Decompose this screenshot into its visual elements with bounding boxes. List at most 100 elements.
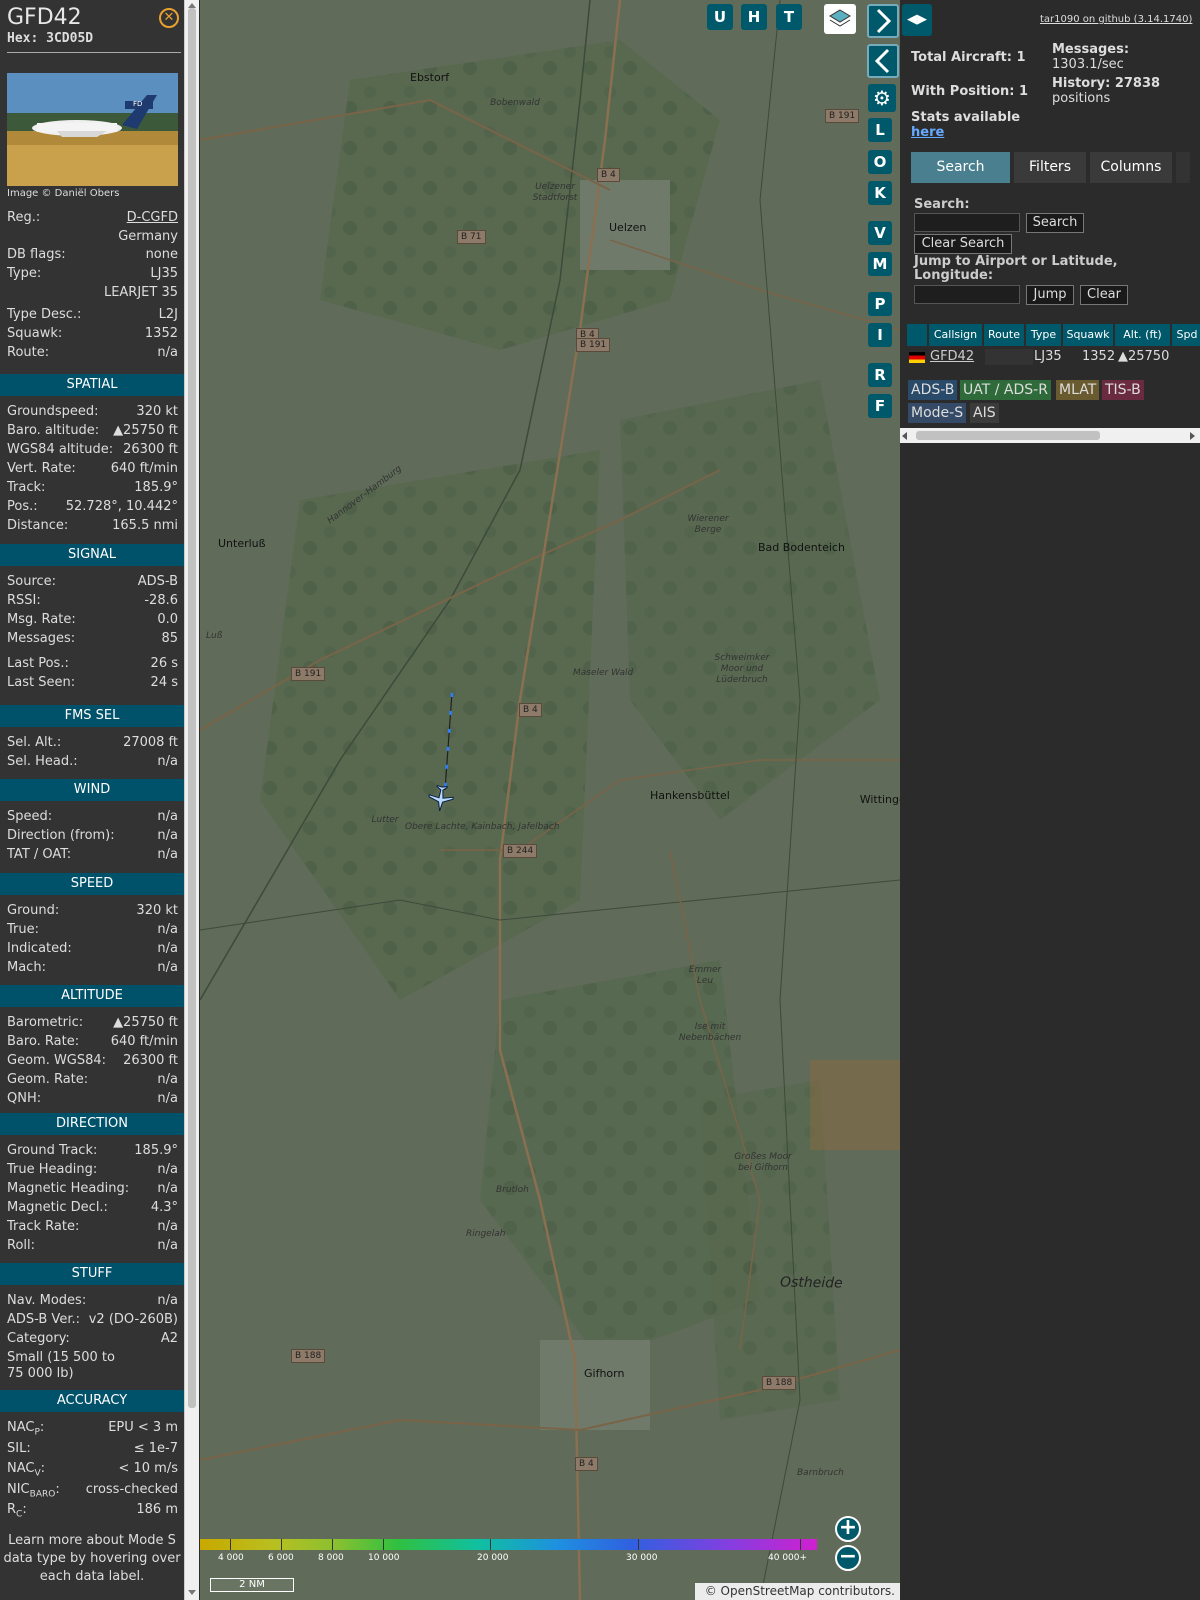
place-label: Barnbruch [797,1468,844,1478]
road-label: B 71 [457,230,486,244]
detail-label: Baro. Rate: [7,1034,80,1049]
sidebar-scrollbar[interactable] [184,0,199,1600]
detail-row: Msg. Rate: 0.0 [7,612,178,631]
search-button[interactable]: Search [1026,213,1084,233]
label-main: NAC [7,1420,35,1435]
colorbar-label: 20 000 [477,1553,509,1563]
section-signal[interactable]: SIGNAL [0,544,184,566]
detail-value: < 10 m/s [118,1461,178,1476]
collapse-panel-button[interactable] [867,4,899,38]
detail-row: Ground: 320 kt [7,903,178,922]
settings-icon[interactable]: ⚙ [868,84,896,112]
horizontal-scroll-thumb[interactable] [916,431,1100,440]
map-button-u[interactable]: U [707,4,733,30]
info-value: n/a [157,345,178,360]
github-link[interactable]: tar1090 on github (3.14.1740) [1040,14,1192,25]
detail-row: RSSI: -28.6 [7,593,178,612]
tab-columns[interactable]: Columns [1090,152,1172,183]
map-button-k[interactable]: K [868,181,892,205]
map-button-h[interactable]: H [741,4,767,30]
section-wind[interactable]: WIND [0,779,184,801]
zoom-out-button[interactable]: − [835,1545,861,1571]
detail-value: n/a [157,847,178,862]
column-header-alt-ft[interactable]: Alt. (ft) [1115,324,1170,346]
column-header-type[interactable]: Type [1026,324,1061,346]
detail-label: Vert. Rate: [7,461,76,476]
expand-sidebar-button[interactable] [867,44,899,78]
map-button-p[interactable]: P [868,292,892,316]
divider [7,52,181,53]
map-view[interactable]: Ebstorf Bobenwald Uelzener Stadtforst Uelze… [200,0,900,1600]
aircraft-marker-icon[interactable] [428,784,454,812]
sidebar-scroll-thumb[interactable] [188,8,196,1408]
source-ads-b: ADS-B [908,380,958,400]
road-label: B 4 [519,703,542,717]
detail-label: RC: [7,1502,27,1521]
map-button-o[interactable]: O [868,150,892,174]
map-attribution[interactable]: © OpenStreetMap contributors. [695,1583,900,1600]
jump-button[interactable]: Jump [1026,285,1074,305]
column-header-callsign[interactable]: Callsign [929,324,982,346]
detail-label: NACP: [7,1420,44,1439]
table-row[interactable]: GFD42 LJ35 1352 ▲25750 [907,348,1200,366]
column-header-flag[interactable] [907,324,927,346]
detail-row: QNH: n/a [7,1091,178,1110]
detail-label: Speed: [7,809,53,824]
detail-value: ▲25750 ft [113,423,178,438]
clear-button[interactable]: Clear [1080,285,1128,305]
column-header-spd[interactable]: Spd [1172,324,1200,346]
section-spatial[interactable]: SPATIAL [0,374,184,396]
aircraft-photo[interactable]: FD [7,73,178,186]
tab-search[interactable]: Search [911,152,1010,183]
detail-value: n/a [157,1181,178,1196]
section-stuff[interactable]: STUFF [0,1263,184,1285]
map-button-i[interactable]: I [868,323,892,347]
detail-label: Groundspeed: [7,404,99,419]
map-button-l[interactable]: L [868,118,892,142]
tab-filters[interactable]: Filters [1014,152,1086,183]
detail-value: 27008 ft [123,735,178,750]
detail-label: Msg. Rate: [7,612,76,627]
zoom-in-button[interactable]: + [835,1516,861,1542]
scroll-left-icon[interactable] [902,432,907,440]
tab-spacer [1176,152,1190,183]
registration-link[interactable]: D-CGFD [127,210,178,229]
map-button-m[interactable]: M [868,252,892,276]
map-button-r[interactable]: R [868,363,892,387]
detail-label: Sel. Head.: [7,754,78,769]
stats-link[interactable]: here [911,125,944,140]
place-label: Ostheide [779,1274,843,1292]
chevron-right-icon [876,8,892,34]
row-squawk: 1352 [1082,349,1116,364]
section-altitude[interactable]: ALTITUDE [0,985,184,1007]
place-label: Gifhorn [584,1367,625,1380]
section-fms-sel[interactable]: FMS SEL [0,705,184,727]
aircraft-hex: Hex: 3CD05D [7,31,94,46]
detail-value: 640 ft/min [110,1034,178,1049]
detail-label: Magnetic Heading: [7,1181,130,1196]
jump-input[interactable] [914,285,1020,304]
column-header-route[interactable]: Route [984,324,1024,346]
map-button-v[interactable]: V [868,221,892,245]
layers-icon[interactable] [824,4,856,34]
clear-search-button[interactable]: Clear Search [914,234,1012,254]
scroll-right-icon[interactable] [1190,432,1195,440]
section-accuracy[interactable]: ACCURACY [0,1390,184,1412]
scroll-down-icon[interactable] [188,1590,196,1595]
table-horizontal-scrollbar[interactable] [900,428,1200,443]
detail-row: Direction (from): n/a [7,828,178,847]
column-header-squawk[interactable]: Squawk [1063,324,1113,346]
row-callsign[interactable]: GFD42 [930,349,974,364]
toggle-width-button[interactable]: ◀▶ [902,4,932,36]
colorbar-tick-mark [332,1539,333,1550]
scale-bar: 2 NM [210,1578,294,1592]
label-tail: : [22,1502,27,1517]
map-button-t[interactable]: T [776,4,802,30]
map-button-f[interactable]: F [868,394,892,418]
detail-value: ▲25750 ft [113,1015,178,1030]
search-input[interactable] [914,213,1020,232]
close-icon[interactable]: ✕ [159,8,179,28]
detail-row: Groundspeed: 320 kt [7,404,178,423]
section-speed[interactable]: SPEED [0,873,184,895]
section-direction[interactable]: DIRECTION [0,1113,184,1135]
